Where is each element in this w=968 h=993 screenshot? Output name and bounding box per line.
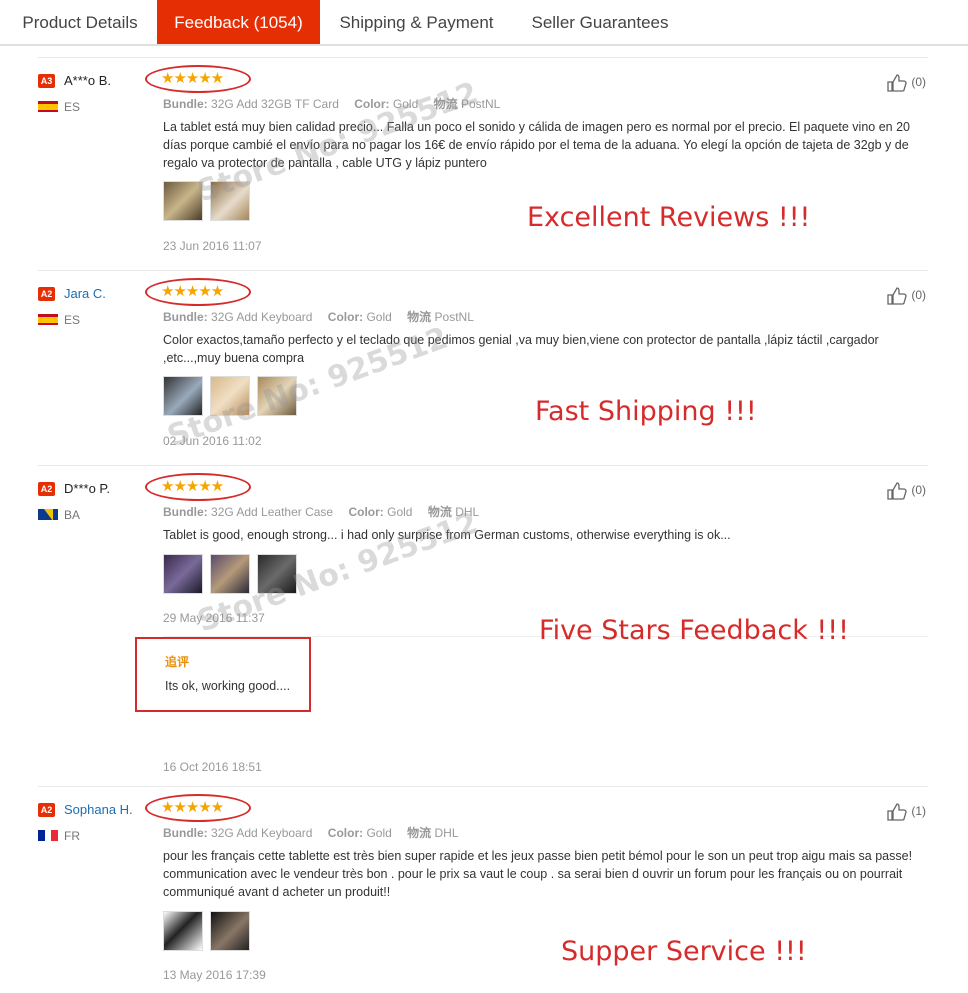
country-code: ES	[64, 313, 81, 327]
helpful-count: (0)	[911, 483, 927, 498]
review-photo[interactable]	[163, 911, 203, 951]
helpful-count: (1)	[911, 804, 927, 819]
order-info: Bundle: 32G Add Keyboard Color: Gold 物流 …	[163, 310, 474, 324]
tab-seller-guarantees[interactable]: Seller Guarantees	[513, 0, 687, 44]
buyer-level-badge: A2	[38, 803, 55, 817]
five-stars-icon: ★★★★★	[161, 478, 224, 495]
review-photo[interactable]	[163, 554, 203, 594]
promo-caption: Five Stars Feedback !!!	[539, 615, 849, 646]
feedback-tabs: Product Details Feedback (1054) Shipping…	[0, 0, 968, 46]
country-code: BA	[64, 508, 81, 522]
order-info: Bundle: 32G Add Leather Case Color: Gold…	[163, 505, 480, 519]
five-stars-icon: ★★★★★	[161, 70, 224, 87]
followup-review: 追评 Its ok, working good....	[135, 637, 311, 712]
promo-caption: Fast Shipping !!!	[535, 396, 757, 427]
country-code: ES	[64, 100, 81, 114]
thumbs-up-icon	[887, 287, 907, 305]
review-date: 23 Jun 2016 11:07	[163, 239, 262, 253]
reviewer-name[interactable]: Jara C.	[64, 286, 106, 301]
tab-product-details[interactable]: Product Details	[6, 0, 154, 44]
review-item: A2 Sophana H. FR ★★★★★ Bundle: 32G Add K…	[38, 786, 928, 993]
thumbs-up-icon	[887, 482, 907, 500]
review-photo[interactable]	[210, 911, 250, 951]
tab-feedback[interactable]: Feedback (1054)	[157, 0, 320, 44]
helpful-count: (0)	[911, 75, 927, 90]
helpful-button[interactable]: (0)	[886, 74, 926, 92]
helpful-button[interactable]: (0)	[886, 482, 926, 500]
review-item: A2 D***o P. BA ★★★★★ Bundle: 32G Add Lea…	[38, 465, 928, 786]
star-rating: ★★★★★	[145, 65, 251, 93]
spain-flag-icon	[38, 100, 58, 112]
buyer-level-badge: A2	[38, 482, 55, 496]
reviewer-name: D***o P.	[64, 481, 111, 496]
helpful-button[interactable]: (0)	[886, 287, 926, 305]
review-item: A3 A***o B. ES ★★★★★ Bundle: 32G Add 32G…	[38, 57, 928, 271]
reviewer-name: A***o B.	[64, 73, 111, 88]
promo-caption: Excellent Reviews !!!	[527, 202, 811, 233]
review-date: 13 May 2016 17:39	[163, 968, 266, 982]
tab-shipping-payment[interactable]: Shipping & Payment	[324, 0, 509, 44]
france-flag-icon	[38, 829, 58, 841]
helpful-button[interactable]: (1)	[886, 803, 926, 821]
star-rating: ★★★★★	[145, 278, 251, 306]
five-stars-icon: ★★★★★	[161, 283, 224, 300]
review-text: Tablet is good, enough strong... i had o…	[163, 528, 731, 542]
five-stars-icon: ★★★★★	[161, 799, 224, 816]
buyer-level-badge: A3	[38, 74, 55, 88]
bosnia-flag-icon	[38, 508, 58, 520]
reviewer-name[interactable]: Sophana H.	[64, 802, 133, 817]
order-info: Bundle: 32G Add Keyboard Color: Gold 物流 …	[163, 826, 459, 840]
buyer-level-badge: A2	[38, 287, 55, 301]
star-rating: ★★★★★	[145, 794, 251, 822]
followup-text: Its ok, working good....	[165, 679, 291, 693]
followup-date: 16 Oct 2016 18:51	[163, 760, 262, 774]
helpful-count: (0)	[911, 288, 927, 303]
followup-title: 追评	[165, 655, 190, 669]
review-text: Color exactos,tamaño perfecto y el tecla…	[163, 333, 879, 365]
thumbs-up-icon	[887, 74, 907, 92]
spain-flag-icon	[38, 313, 58, 325]
thumbs-up-icon	[887, 803, 907, 821]
review-text: pour les français cette tablette est trè…	[163, 849, 913, 899]
promo-caption: Supper Service !!!	[561, 936, 807, 967]
star-rating: ★★★★★	[145, 473, 251, 501]
country-code: FR	[64, 829, 80, 843]
